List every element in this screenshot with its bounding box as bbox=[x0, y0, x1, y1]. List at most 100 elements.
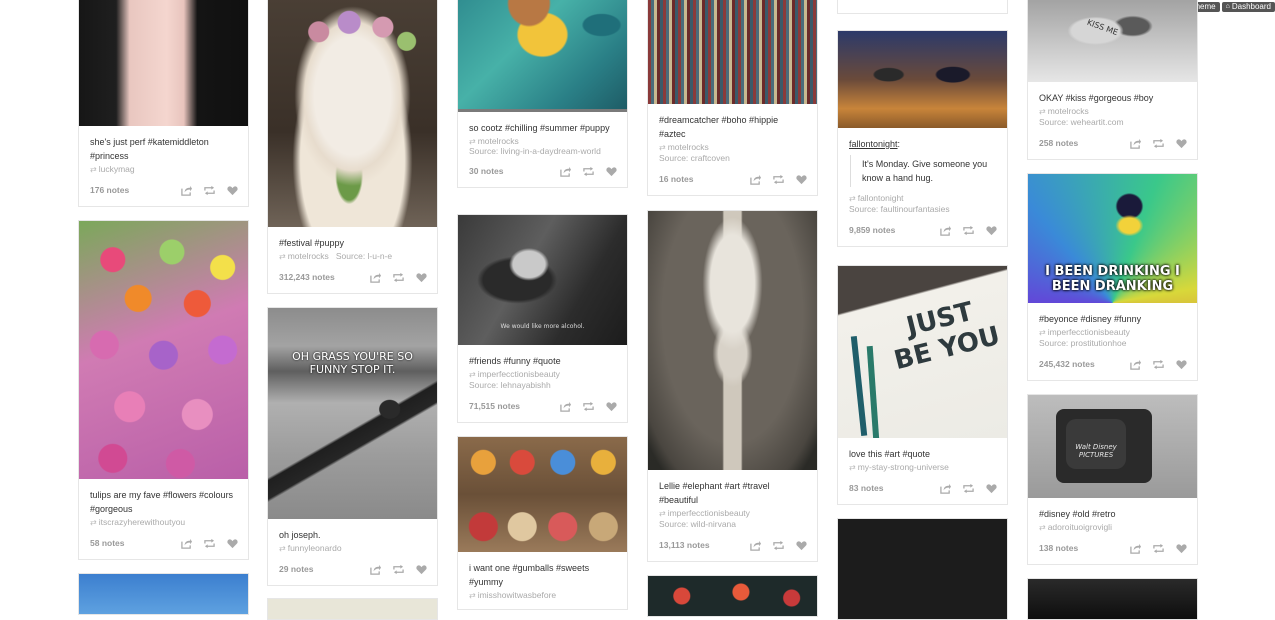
post-photo-sky[interactable] bbox=[79, 574, 248, 614]
reblog-icon[interactable] bbox=[392, 271, 404, 283]
reblog-icon[interactable] bbox=[203, 184, 215, 196]
post-photo-bulldog-pool[interactable] bbox=[458, 0, 627, 112]
share-icon[interactable] bbox=[749, 173, 761, 185]
reblog-source[interactable]: ⇄ imperfecctionisbeauty bbox=[469, 369, 617, 380]
like-heart-icon[interactable] bbox=[605, 165, 617, 177]
post-photo-tulips[interactable] bbox=[79, 221, 248, 479]
like-heart-icon[interactable] bbox=[226, 184, 238, 196]
reblog-source[interactable]: ⇄ fallontonight bbox=[849, 193, 997, 204]
share-icon[interactable] bbox=[749, 539, 761, 551]
share-icon[interactable] bbox=[559, 400, 571, 412]
post-photo-car[interactable] bbox=[1028, 579, 1197, 619]
reblog-name: imisshowitwasbefore bbox=[477, 590, 557, 600]
share-icon[interactable] bbox=[180, 184, 192, 196]
post-card: I BEEN DRINKING I BEEN DRANKING #beyonce… bbox=[1027, 173, 1198, 381]
like-heart-icon[interactable] bbox=[1175, 137, 1187, 149]
post-photo-phone-woman[interactable]: We would like more alcohol. bbox=[458, 215, 627, 345]
note-count[interactable]: 30 notes bbox=[469, 166, 548, 176]
like-heart-icon[interactable] bbox=[226, 537, 238, 549]
reblog-source[interactable]: ⇄ imperfecctionisbeauty bbox=[1039, 327, 1187, 338]
source-link[interactable]: Source: lehnayabishh bbox=[469, 380, 617, 391]
note-count[interactable]: 13,113 notes bbox=[659, 540, 738, 550]
share-icon[interactable] bbox=[939, 482, 951, 494]
source-link[interactable]: Source: l-u-n-e bbox=[336, 251, 392, 261]
share-icon[interactable] bbox=[939, 224, 951, 236]
share-icon[interactable] bbox=[1129, 358, 1141, 370]
source-link[interactable]: Source: faultinourfantasies bbox=[849, 204, 997, 215]
reblog-icon[interactable] bbox=[962, 482, 974, 494]
note-count[interactable]: 58 notes bbox=[90, 538, 169, 548]
post-photo-floral[interactable] bbox=[648, 576, 817, 616]
post-photo-dark[interactable] bbox=[838, 519, 1007, 619]
source-link[interactable]: Source: craftcoven bbox=[659, 153, 807, 164]
post-photo-gumball-machines[interactable] bbox=[458, 437, 627, 552]
note-count[interactable]: 312,243 notes bbox=[279, 272, 358, 282]
reblog-source[interactable]: ⇄ imisshowitwasbefore bbox=[469, 590, 617, 601]
post-photo-just-be-you[interactable]: JUST BE YOU bbox=[838, 266, 1007, 438]
note-count[interactable]: 245,432 notes bbox=[1039, 359, 1118, 369]
like-heart-icon[interactable] bbox=[795, 539, 807, 551]
like-heart-icon[interactable] bbox=[795, 173, 807, 185]
reblog-source[interactable]: ⇄ imperfecctionisbeauty bbox=[659, 508, 807, 519]
post-photo-painted-elephant[interactable] bbox=[648, 211, 817, 470]
post-photo-puppy-flower-crown[interactable] bbox=[268, 0, 437, 227]
author-link[interactable]: fallontonight bbox=[849, 139, 898, 149]
reblog-source[interactable]: ⇄ motelrocks bbox=[1039, 106, 1187, 117]
like-heart-icon[interactable] bbox=[415, 563, 427, 575]
reblog-source[interactable]: ⇄ my-stay-strong-universe bbox=[849, 462, 997, 473]
reblog-icon[interactable] bbox=[1152, 137, 1164, 149]
post-photo-next[interactable] bbox=[268, 599, 437, 619]
share-icon[interactable] bbox=[559, 165, 571, 177]
reblog-source[interactable]: ⇄ motelrocks bbox=[469, 136, 617, 147]
reblog-source[interactable]: ⇄ motelrocks Source: l-u-n-e bbox=[279, 251, 427, 262]
reblog-source[interactable]: ⇄ adoroituoigrovigli bbox=[1039, 522, 1187, 533]
note-count[interactable]: 9,859 notes bbox=[849, 225, 928, 235]
reblog-icon[interactable] bbox=[582, 400, 594, 412]
source-link[interactable]: Source: weheartit.com bbox=[1039, 117, 1187, 128]
post-caption: so cootz #chilling #summer #puppy bbox=[469, 123, 610, 133]
post-photo-dreamcatcher[interactable] bbox=[648, 0, 817, 104]
dashboard-button[interactable]: ⌂ Dashboard bbox=[1221, 2, 1275, 12]
share-icon[interactable] bbox=[369, 271, 381, 283]
reblog-source[interactable]: ⇄ luckymag bbox=[90, 164, 238, 175]
note-count[interactable]: 71,515 notes bbox=[469, 401, 548, 411]
reblog-icon[interactable] bbox=[1152, 358, 1164, 370]
note-count[interactable]: 29 notes bbox=[279, 564, 358, 574]
reblog-icon[interactable] bbox=[392, 563, 404, 575]
reblog-icon[interactable] bbox=[962, 224, 974, 236]
like-heart-icon[interactable] bbox=[415, 271, 427, 283]
reblog-source[interactable]: ⇄ motelrocks bbox=[659, 142, 807, 153]
like-heart-icon[interactable] bbox=[985, 482, 997, 494]
post-photo-snow-white[interactable]: I BEEN DRINKING I BEEN DRANKING bbox=[1028, 174, 1197, 303]
source-link[interactable]: Source: wild-nirvana bbox=[659, 519, 807, 530]
like-heart-icon[interactable] bbox=[1175, 358, 1187, 370]
note-count[interactable]: 83 notes bbox=[849, 483, 928, 493]
post-photo-kiss-me[interactable]: KISS ME bbox=[1028, 0, 1197, 82]
like-heart-icon[interactable] bbox=[1175, 542, 1187, 554]
share-icon[interactable] bbox=[1129, 542, 1141, 554]
note-count[interactable]: 176 notes bbox=[90, 185, 169, 195]
like-heart-icon[interactable] bbox=[605, 400, 617, 412]
post-photo-talk-show[interactable] bbox=[838, 31, 1007, 128]
reblog-icon[interactable] bbox=[772, 539, 784, 551]
note-count[interactable]: 138 notes bbox=[1039, 543, 1118, 553]
note-count[interactable]: 258 notes bbox=[1039, 138, 1118, 148]
reblog-small-icon: ⇄ bbox=[469, 137, 476, 146]
share-icon[interactable] bbox=[1129, 137, 1141, 149]
share-icon[interactable] bbox=[369, 563, 381, 575]
reblog-icon[interactable] bbox=[582, 165, 594, 177]
source-link[interactable]: Source: living-in-a-daydream-world bbox=[469, 147, 617, 156]
like-heart-icon[interactable] bbox=[985, 224, 997, 236]
reblog-icon[interactable] bbox=[1152, 542, 1164, 554]
post-author[interactable]: fallontonight: bbox=[849, 137, 997, 151]
share-icon[interactable] bbox=[180, 537, 192, 549]
reblog-source[interactable]: ⇄ itscrazyherewithoutyou bbox=[90, 517, 238, 528]
reblog-icon[interactable] bbox=[772, 173, 784, 185]
post-photo-man-on-grass[interactable]: OH GRASS YOU'RE SO FUNNY STOP IT. bbox=[268, 308, 437, 519]
source-link[interactable]: Source: prostitutionhoe bbox=[1039, 338, 1187, 349]
note-count[interactable]: 16 notes bbox=[659, 174, 738, 184]
reblog-source[interactable]: ⇄ funnyleonardo bbox=[279, 543, 427, 554]
reblog-icon[interactable] bbox=[203, 537, 215, 549]
post-photo-pink-dress[interactable] bbox=[79, 0, 248, 126]
post-photo-retro-tv[interactable]: Walt Disney PICTURES bbox=[1028, 395, 1197, 498]
